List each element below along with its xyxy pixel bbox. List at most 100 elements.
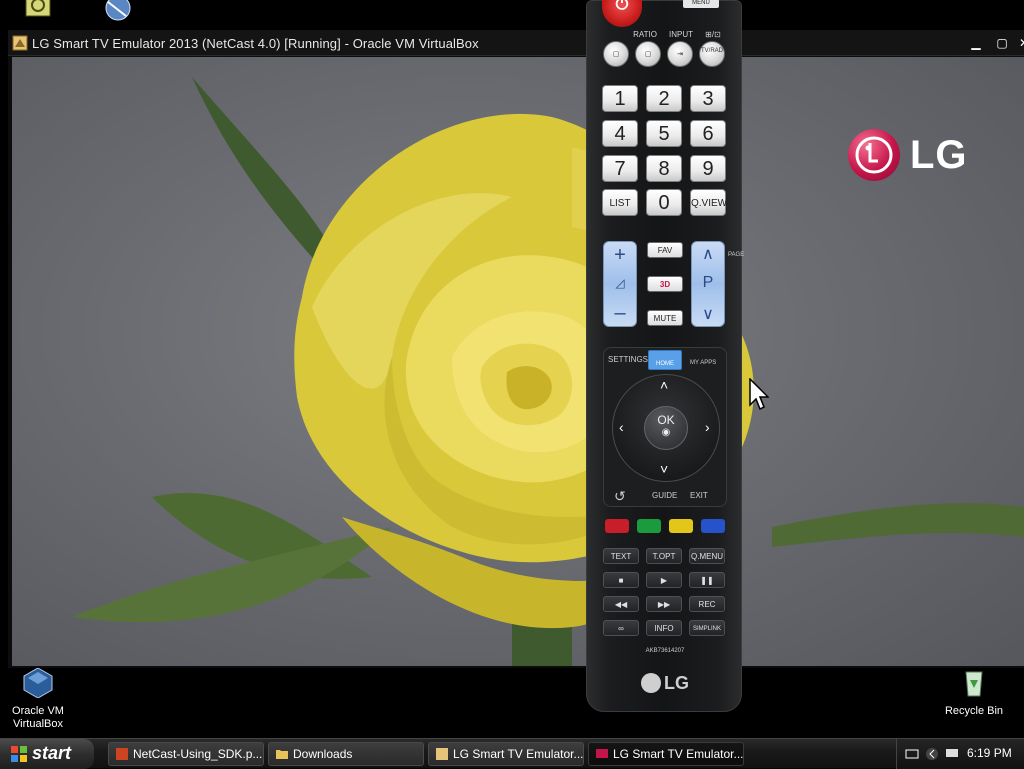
fav-button[interactable]: FAV [647, 242, 683, 258]
pdf-icon [116, 748, 128, 760]
volume-up[interactable]: + [604, 244, 636, 267]
page-label: PAGE [728, 252, 745, 258]
start-button[interactable]: start [0, 739, 94, 769]
system-tray: 6:19 PM [896, 739, 1024, 769]
blue-button[interactable] [701, 519, 725, 533]
number-button-3[interactable]: 3 [690, 85, 726, 112]
navigation-pad: SETTINGS HOME MY APPS ˄ ‹ › ˅ OK ◉ ↺ GUI… [603, 347, 727, 507]
taskbar-item-label: LG Smart TV Emulator... [613, 747, 744, 761]
chevron-left-icon[interactable] [925, 747, 939, 761]
keyboard-icon[interactable] [905, 747, 919, 761]
taskbar-item-emulator[interactable]: LG Smart TV Emulator... [588, 742, 744, 766]
channel-up[interactable]: ∧ [692, 244, 724, 264]
subtitle-button[interactable]: ∞ [603, 620, 639, 636]
number-button-8[interactable]: 8 [646, 155, 682, 182]
channel-down[interactable]: ∨ [692, 304, 724, 324]
virtualbox-icon [436, 748, 448, 760]
simplink-button[interactable]: SIMPLINK [689, 620, 725, 636]
number-button-5[interactable]: 5 [646, 120, 682, 147]
emulator-app-icon [12, 35, 28, 51]
recycle-bin-icon [965, 671, 983, 697]
number-button-1[interactable]: 1 [602, 85, 638, 112]
monitor-icon[interactable] [945, 747, 959, 761]
window-titlebar[interactable]: LG Smart TV Emulator 2013 (NetCast 4.0) … [8, 30, 1024, 56]
dpad-ring[interactable]: ˄ ‹ › ˅ OK ◉ [612, 374, 720, 482]
info-button[interactable]: INFO [646, 620, 682, 636]
arrow-down-icon[interactable]: ˅ [660, 461, 668, 477]
emulator-icon [596, 749, 608, 758]
ratio-button[interactable]: ▢ [635, 41, 661, 67]
pause-button[interactable]: ❚❚ [689, 572, 725, 588]
power-icon: ⏻ [615, 0, 629, 13]
tv-rad-button[interactable]: TV/RAD [699, 41, 725, 67]
number-button-9[interactable]: 9 [690, 155, 726, 182]
number-button-2[interactable]: 2 [646, 85, 682, 112]
desktop-icon-recycle-bin[interactable]: Recycle Bin [938, 666, 1010, 718]
guide-button[interactable]: GUIDE [652, 491, 677, 500]
taskbar-item-label: LG Smart TV Emulator... [453, 747, 584, 761]
taskbar: start NetCast-Using_SDK.p... Downloads L… [0, 738, 1024, 769]
volume-rocker[interactable]: + ◿ – [603, 241, 637, 327]
desktop-icon-virtualbox[interactable]: Oracle VM VirtualBox [2, 666, 74, 731]
desktop-icon-settings[interactable] [2, 0, 74, 31]
windows-flag-icon [11, 746, 27, 762]
taskbar-item-label: NetCast-Using_SDK.p... [133, 747, 263, 761]
maximize-button[interactable]: ▢ [994, 36, 1010, 50]
arrow-left-icon[interactable]: ‹ [619, 419, 624, 435]
input-label: INPUT [669, 30, 693, 39]
yellow-button[interactable] [669, 519, 693, 533]
network-globe-icon [105, 0, 131, 21]
remote-lg-logo: LG [641, 672, 689, 694]
channel-label: P [702, 274, 714, 291]
rec-button[interactable]: REC [689, 596, 725, 612]
model-code: AKB73614207 [645, 648, 685, 654]
mouse-cursor-icon [749, 378, 769, 411]
virtualbox-icon [23, 667, 53, 699]
close-button[interactable]: ✕ [1016, 36, 1024, 50]
start-label: start [32, 743, 72, 763]
play-button[interactable]: ▶ [646, 572, 682, 588]
desktop-icon-network[interactable] [80, 0, 152, 31]
rewind-button[interactable]: ◀◀ [603, 596, 639, 612]
green-button[interactable] [637, 519, 661, 533]
number-button-0[interactable]: 0 [646, 189, 682, 216]
list-button[interactable]: LIST [602, 189, 638, 216]
arrow-up-icon[interactable]: ˄ [660, 377, 668, 393]
taskbar-item-pdf[interactable]: NetCast-Using_SDK.p... [108, 742, 264, 766]
exit-button[interactable]: EXIT [690, 491, 708, 500]
q-button[interactable]: ▢ [603, 41, 629, 67]
tv-lg-logo: LG [848, 127, 968, 183]
clock: 6:19 PM [967, 746, 1012, 760]
ok-label: OK [657, 413, 675, 427]
my-apps-button[interactable]: MY APPS [690, 360, 716, 366]
number-button-6[interactable]: 6 [690, 120, 726, 147]
volume-down[interactable]: – [604, 302, 636, 325]
t-opt-button[interactable]: T.OPT [646, 548, 682, 564]
virtualbox-window: LG Smart TV Emulator 2013 (NetCast 4.0) … [8, 30, 1024, 668]
settings-button[interactable]: SETTINGS [608, 355, 648, 364]
number-button-7[interactable]: 7 [602, 155, 638, 182]
q-menu-button[interactable]: Q.MENU [689, 548, 725, 564]
fast-forward-button[interactable]: ▶▶ [646, 596, 682, 612]
3d-button[interactable]: 3D [647, 276, 683, 292]
taskbar-item-downloads[interactable]: Downloads [268, 742, 424, 766]
mute-button[interactable]: MUTE [647, 310, 683, 326]
taskbar-item-vbox[interactable]: LG Smart TV Emulator... [428, 742, 584, 766]
channel-rocker[interactable]: ∧ P ∨ [691, 241, 725, 327]
input-button[interactable]: ⇥ [667, 41, 693, 67]
remote-lg-face-icon [641, 673, 661, 693]
arrow-right-icon[interactable]: › [705, 419, 710, 435]
menu-button[interactable]: MENU [683, 0, 719, 8]
home-button[interactable]: HOME [648, 350, 682, 370]
power-button[interactable]: ⏻ [602, 0, 642, 27]
qview-button[interactable]: Q.VIEW [690, 189, 727, 216]
stop-button[interactable]: ■ [603, 572, 639, 588]
number-button-4[interactable]: 4 [602, 120, 638, 147]
ok-button[interactable]: OK ◉ [644, 406, 688, 450]
red-button[interactable] [605, 519, 629, 533]
tv-screen[interactable]: LG [12, 57, 1024, 666]
desktop: Oracle VM VirtualBox Recycle Bin LG Smar… [0, 0, 1024, 738]
text-button[interactable]: TEXT [603, 548, 639, 564]
minimize-button[interactable]: ▁ [968, 36, 984, 50]
back-button[interactable]: ↺ [614, 488, 626, 505]
